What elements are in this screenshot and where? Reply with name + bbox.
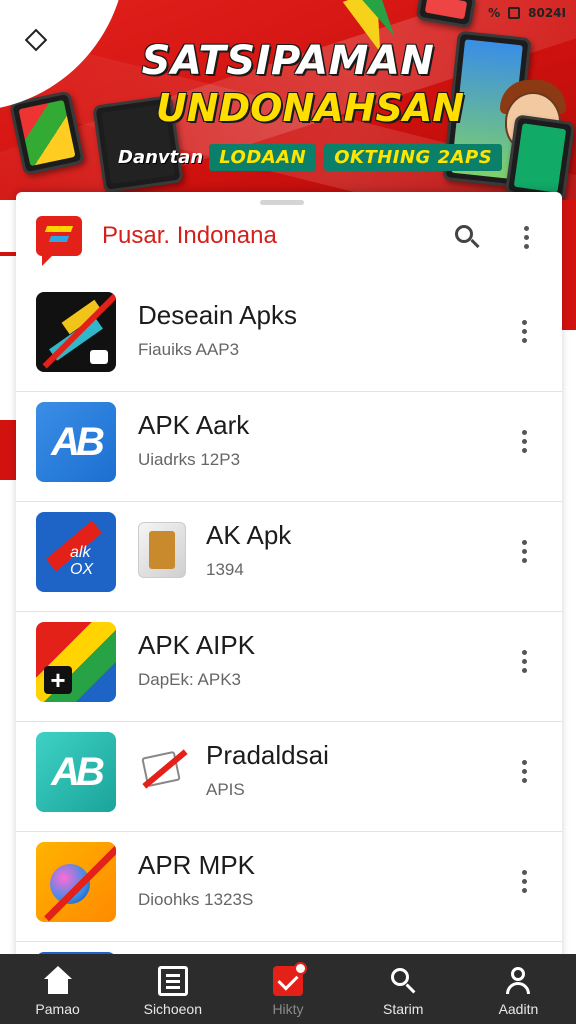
home-icon <box>43 966 73 996</box>
nav-label: Hikty <box>272 1001 304 1017</box>
app-logo-icon <box>36 216 82 266</box>
app-subtitle: 1394 <box>206 560 244 579</box>
app-list: Deseain Apks Fiauiks AAP3 AB APK Aark Ui… <box>16 282 562 1024</box>
page-title: Pusar. Indonana <box>102 222 277 249</box>
list-item[interactable]: Deseain Apks Fiauiks AAP3 <box>16 282 562 392</box>
tagline-lead: Danvtan <box>118 146 204 168</box>
search-icon[interactable] <box>452 222 482 252</box>
tagline-chip: OKTHING 2APS <box>324 143 503 171</box>
nav-label: Sichoeon <box>143 1001 202 1017</box>
app-icon <box>36 292 116 372</box>
banner-phone-graphic <box>504 114 576 200</box>
more-vert-icon[interactable] <box>516 222 536 252</box>
more-vert-icon[interactable] <box>514 756 534 786</box>
status-percent: % <box>488 6 501 20</box>
app-subtitle: Uiadrks 12P3 <box>138 450 241 469</box>
side-decoration <box>0 252 16 256</box>
app-subtitle: Dioohks 1323S <box>138 890 254 909</box>
nav-item-account[interactable]: Aaditn <box>461 954 576 1024</box>
app-title: Deseain Apks <box>138 300 297 330</box>
more-vert-icon[interactable] <box>514 316 534 346</box>
nav-label: Pamao <box>35 1001 80 1017</box>
list-item[interactable]: AB Pradaldsai APIS <box>16 722 562 832</box>
banner-tagline: Danvtan LODAAN OKTHING 2APS <box>118 141 503 173</box>
app-icon-letters: alk OX <box>70 544 94 578</box>
list-item[interactable]: alk OX AK Apk 1394 <box>16 502 562 612</box>
nav-item-search[interactable]: Starim <box>346 954 461 1024</box>
app-subtitle: APIS <box>206 780 245 799</box>
app-title: APR MPK <box>138 850 256 880</box>
category-icon <box>273 962 307 996</box>
bottom-navigation: Pamao Sichoeon Hikty Starim Aaditn <box>0 954 576 1024</box>
app-icon: AB <box>36 732 116 812</box>
list-item[interactable]: AB APK Aark Uiadrks 12P3 <box>16 392 562 502</box>
status-time: 8024I <box>528 6 566 20</box>
app-icon-letters: AB <box>51 749 105 794</box>
nav-item-list[interactable]: Sichoeon <box>115 954 230 1024</box>
sheet-header: Pusar. Indonana <box>16 204 562 266</box>
nav-label: Aaditn <box>498 1001 539 1017</box>
app-icon: alk OX <box>36 512 116 592</box>
app-preview-icon <box>138 742 188 798</box>
app-title: AK Apk <box>206 520 292 550</box>
app-title: APK AIPK <box>138 630 256 660</box>
more-vert-icon[interactable] <box>514 866 534 896</box>
account-icon <box>503 966 533 996</box>
app-icon: AB <box>36 402 116 482</box>
nav-item-home[interactable]: Pamao <box>0 954 115 1024</box>
more-vert-icon[interactable] <box>514 646 534 676</box>
app-list-sheet: Pusar. Indonana Deseain Apks Fiauiks AAP… <box>16 192 562 1024</box>
more-vert-icon[interactable] <box>514 426 534 456</box>
app-icon-letters: AB <box>51 419 105 464</box>
battery-icon <box>508 7 521 19</box>
side-decoration <box>562 200 576 330</box>
nav-item-category[interactable]: Hikty <box>230 954 345 1024</box>
list-icon <box>157 966 188 996</box>
status-bar: % 8024I <box>488 4 566 22</box>
app-subtitle: Fiauiks AAP3 <box>138 340 240 359</box>
side-decoration <box>0 420 16 480</box>
search-icon <box>388 966 418 996</box>
list-item[interactable]: + APK AIPK DapEk: APK3 <box>16 612 562 722</box>
diamond-menu-icon[interactable] <box>24 28 48 52</box>
app-subtitle: DapEk: APK3 <box>138 670 242 689</box>
list-item[interactable]: APR MPK Dioohks 1323S <box>16 832 562 942</box>
app-title: Pradaldsai <box>206 740 329 770</box>
app-preview-icon <box>138 522 186 578</box>
promo-banner[interactable]: % 8024I SATSIPAMAN UNDONAHSAN Danvtan LO… <box>0 0 576 200</box>
nav-label: Starim <box>382 1001 424 1017</box>
more-vert-icon[interactable] <box>514 536 534 566</box>
banner-headline-2: UNDONAHSAN <box>155 86 465 130</box>
app-title: APK Aark <box>138 410 250 440</box>
app-icon <box>36 842 116 922</box>
banner-headline-1: SATSIPAMAN <box>141 38 435 84</box>
tagline-chip: LODAAN <box>209 143 317 171</box>
app-icon: + <box>36 622 116 702</box>
